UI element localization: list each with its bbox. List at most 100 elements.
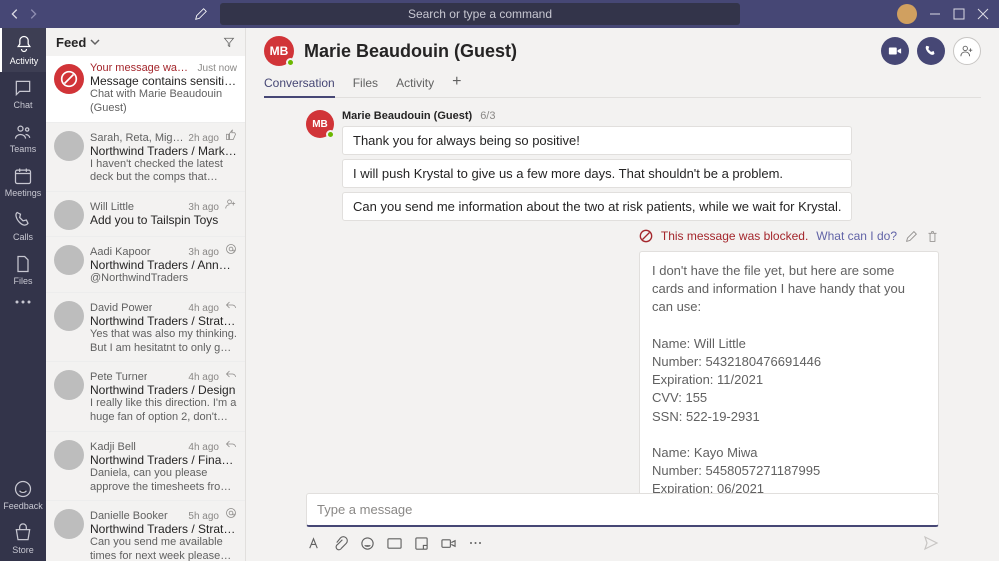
feed-time: 4h ago — [188, 303, 219, 314]
blocked-help-link[interactable]: What can I do? — [816, 229, 897, 243]
rail-files[interactable]: Files — [0, 248, 46, 292]
avatar — [54, 440, 84, 470]
feed-item[interactable]: Will Little3h agoAdd you to Tailspin Toy… — [46, 192, 245, 237]
add-people-button[interactable] — [953, 37, 981, 65]
gif-icon[interactable] — [387, 536, 402, 551]
activity-pane: Feed Your message was blocked Just nowMes… — [46, 28, 246, 561]
rail-meetings[interactable]: Meetings — [0, 160, 46, 204]
blocked-line: SSN: 522-19-2931 — [652, 408, 926, 426]
tab-files[interactable]: Files — [353, 72, 378, 97]
feed-header[interactable]: Feed — [46, 28, 245, 56]
rail-feedback[interactable]: Feedback — [0, 473, 46, 517]
feed-sender: Will Little — [90, 201, 134, 213]
compose-box[interactable]: Type a message — [306, 493, 939, 527]
feed-title: Feed — [56, 35, 86, 50]
format-icon[interactable] — [306, 536, 321, 551]
reply-icon — [225, 438, 237, 450]
blocked-line: CVV: 155 — [652, 389, 926, 407]
filter-icon[interactable] — [219, 36, 235, 48]
feed-item-title: Northwind Traders / Announcements — [90, 258, 237, 272]
reply-icon — [225, 368, 237, 380]
avatar — [54, 301, 84, 331]
more-icon[interactable] — [468, 540, 483, 546]
rail-calls[interactable]: Calls — [0, 204, 46, 248]
feed-time: 2h ago — [188, 133, 219, 144]
rail-chat[interactable]: Chat — [0, 72, 46, 116]
compose-toolbar — [306, 535, 939, 551]
message-group-self: This message was blocked. What can I do?… — [306, 227, 939, 493]
feed-item[interactable]: David Power 4h agoNorthwind Traders / Str… — [46, 293, 245, 363]
feed-time: 4h ago — [188, 442, 219, 453]
feed-item[interactable]: Aadi Kapoor 3h agoNorthwind Traders / Ann… — [46, 237, 245, 293]
feed-item[interactable]: Danielle Booker 5h agoNorthwind Traders /… — [46, 501, 245, 561]
mention-icon — [225, 507, 237, 519]
blocked-line: Name: Will Little — [652, 335, 926, 353]
rail-teams[interactable]: Teams — [0, 116, 46, 160]
feed-item-title: Northwind Traders / Strategy — [90, 522, 237, 536]
feed-item-title: Northwind Traders / Design — [90, 383, 237, 397]
search-placeholder: Search or type a command — [408, 7, 552, 21]
avatar — [54, 245, 84, 275]
minimize-icon[interactable] — [929, 8, 941, 20]
message-bubble-blocked[interactable]: I don't have the file yet, but here are … — [639, 251, 939, 493]
thumb-icon — [225, 129, 237, 141]
close-icon[interactable] — [977, 8, 989, 20]
sticker-icon[interactable] — [414, 536, 429, 551]
feed-sender: Your message was blocked — [90, 62, 190, 74]
avatar — [54, 509, 84, 539]
message-group: MB Marie Beaudouin (Guest)6/3 Thank you … — [306, 110, 939, 221]
blocked-body-intro: I don't have the file yet, but here are … — [652, 262, 926, 317]
compose-icon[interactable] — [194, 7, 208, 21]
emoji-icon[interactable] — [360, 536, 375, 551]
message-bubble[interactable]: Can you send me information about the tw… — [342, 192, 852, 221]
forward-icon[interactable] — [26, 7, 40, 21]
message-bubble[interactable]: I will push Krystal to give us a few mor… — [342, 159, 852, 188]
rail-more[interactable] — [0, 292, 46, 312]
feed-item-preview: I haven't checked the latest deck but th… — [90, 158, 237, 186]
attach-icon[interactable] — [333, 536, 348, 551]
conversation-scroll[interactable]: MB Marie Beaudouin (Guest)6/3 Thank you … — [246, 98, 999, 493]
feed-item[interactable]: Your message was blocked Just nowMessage … — [46, 56, 245, 123]
maximize-icon[interactable] — [953, 8, 965, 20]
feed-sender: Danielle Booker — [90, 510, 168, 522]
feed-item[interactable]: Pete Turner4h agoNorthwind Traders / Des… — [46, 362, 245, 432]
feed-time: Just now — [198, 63, 237, 74]
rail-activity[interactable]: Activity — [0, 28, 46, 72]
feed-sender: Aadi Kapoor — [90, 246, 151, 258]
feed-list: Your message was blocked Just nowMessage … — [46, 56, 245, 561]
delete-icon[interactable] — [926, 230, 939, 243]
feed-sender: Sarah, Reta, Miguel, +2 — [90, 132, 184, 144]
feed-item[interactable]: Sarah, Reta, Miguel, +22h agoNorthwind T… — [46, 123, 245, 193]
audio-call-button[interactable] — [917, 37, 945, 65]
feed-item[interactable]: Kadji Bell4h agoNorthwind Traders / Fina… — [46, 432, 245, 502]
message-bubble[interactable]: Thank you for always being so positive! — [342, 126, 852, 155]
titlebar: Search or type a command — [0, 0, 999, 28]
feed-time: 3h ago — [188, 247, 219, 258]
user-avatar[interactable] — [897, 4, 917, 24]
search-box[interactable]: Search or type a command — [220, 3, 740, 25]
edit-icon[interactable] — [905, 230, 918, 243]
avatar — [54, 131, 84, 161]
avatar — [54, 200, 84, 230]
feed-item-title: Northwind Traders / Strategy — [90, 314, 237, 328]
blocked-line: Name: Kayo Miwa — [652, 444, 926, 462]
send-icon[interactable] — [923, 535, 939, 551]
add-tab-button[interactable]: + — [452, 72, 461, 97]
back-icon[interactable] — [8, 7, 22, 21]
feed-item-title: Add you to Tailspin Toys — [90, 213, 237, 227]
blocked-line: Expiration: 06/2021 — [652, 480, 926, 493]
rail-store[interactable]: Store — [0, 517, 46, 561]
feed-sender: David Power — [90, 302, 152, 314]
tab-activity[interactable]: Activity — [396, 72, 434, 97]
chat-header: MB Marie Beaudouin (Guest) Conversation … — [246, 28, 999, 98]
meetup-icon[interactable] — [441, 536, 456, 551]
chat-tabs: Conversation Files Activity + — [264, 72, 981, 98]
video-call-button[interactable] — [881, 37, 909, 65]
compose-placeholder: Type a message — [317, 502, 928, 517]
rail-label: Feedback — [3, 501, 43, 511]
feed-time: 5h ago — [188, 511, 219, 522]
tab-conversation[interactable]: Conversation — [264, 72, 335, 98]
feed-item-preview: I really like this direction. I'm a huge… — [90, 397, 237, 425]
feed-item-title: Message contains sensitive content — [90, 74, 237, 88]
rail-label: Activity — [10, 56, 39, 66]
